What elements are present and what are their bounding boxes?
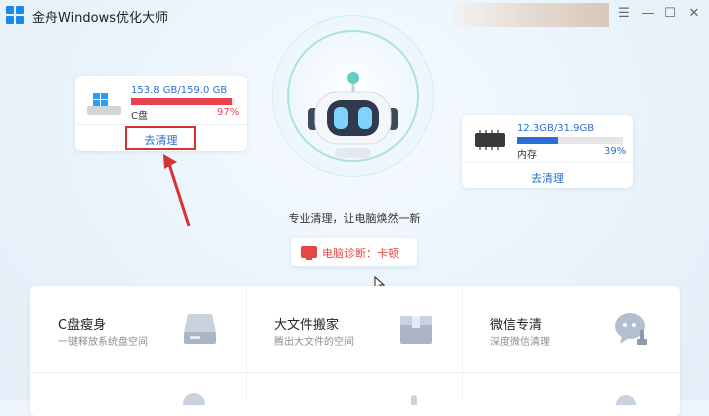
tile-row-2-left[interactable] [30, 373, 246, 405]
memory-percent: 39% [604, 146, 627, 157]
memory-clean-button[interactable]: 去清理 [462, 170, 633, 186]
drive-usage-text: 153.8 GB/159.0 GB [131, 85, 228, 96]
tile-wechat-clean[interactable]: 微信专清 深度微信清理 [462, 286, 678, 372]
tile-icon-partial [616, 395, 636, 405]
tile-desc: 深度微信清理 [490, 337, 550, 348]
highlight-box [125, 126, 196, 150]
diagnosis-label: 电脑诊断：卡顿 [322, 247, 399, 260]
box-icon [400, 316, 432, 344]
minimize-icon[interactable]: — [640, 6, 656, 22]
tools-panel: C盘瘦身 一键释放系统盘空间 大文件搬家 腾出大文件的空间 微信专清 深度微信清… [30, 286, 680, 416]
tile-row-2-right[interactable] [462, 373, 680, 405]
close-icon[interactable]: ✕ [686, 6, 702, 22]
monitor-alert-icon [301, 246, 317, 260]
maximize-icon[interactable]: ☐ [662, 6, 678, 22]
tile-row-2-middle[interactable] [246, 373, 462, 405]
chat-broom-icon [615, 313, 647, 345]
diagnosis-button[interactable]: 电脑诊断：卡顿 [291, 238, 417, 266]
robot-mascot-icon [308, 72, 398, 158]
tile-icon-partial [183, 393, 205, 405]
tagline: 专业清理，让电脑焕然一新 [288, 212, 421, 225]
tile-large-file-move[interactable]: 大文件搬家 腾出大文件的空间 [246, 286, 462, 372]
memory-chip-icon [475, 130, 505, 150]
menu-icon[interactable]: ☰ [616, 6, 632, 22]
tile-desc: 一键释放系统盘空间 [58, 337, 148, 348]
memory-usage-bar [517, 137, 623, 144]
drive-usage-bar [131, 98, 235, 105]
disk-icon [184, 314, 216, 344]
memory-usage-text: 12.3GB/31.9GB [517, 123, 595, 134]
app-title: 金舟Windows优化大师 [32, 11, 169, 26]
memory-card: 12.3GB/31.9GB 内存 39% 去清理 [462, 115, 633, 188]
divider [462, 162, 633, 163]
drive-label: C盘 [131, 111, 148, 122]
memory-usage-bar-fill [517, 137, 559, 144]
drive-usage-bar-fill [131, 98, 232, 105]
tile-icon-partial [411, 395, 417, 405]
tile-title: C盘瘦身 [58, 318, 107, 333]
tile-title: 大文件搬家 [274, 318, 340, 333]
memory-label: 内存 [517, 150, 537, 161]
app-logo-icon [6, 6, 24, 24]
divider [75, 124, 247, 125]
user-banner[interactable] [452, 3, 609, 27]
tile-title: 微信专清 [490, 318, 543, 333]
tile-desc: 腾出大文件的空间 [274, 337, 354, 348]
drive-percent: 97% [217, 107, 240, 118]
tile-c-drive-slim[interactable]: C盘瘦身 一键释放系统盘空间 [30, 286, 246, 372]
windows-drive-icon [87, 90, 121, 116]
